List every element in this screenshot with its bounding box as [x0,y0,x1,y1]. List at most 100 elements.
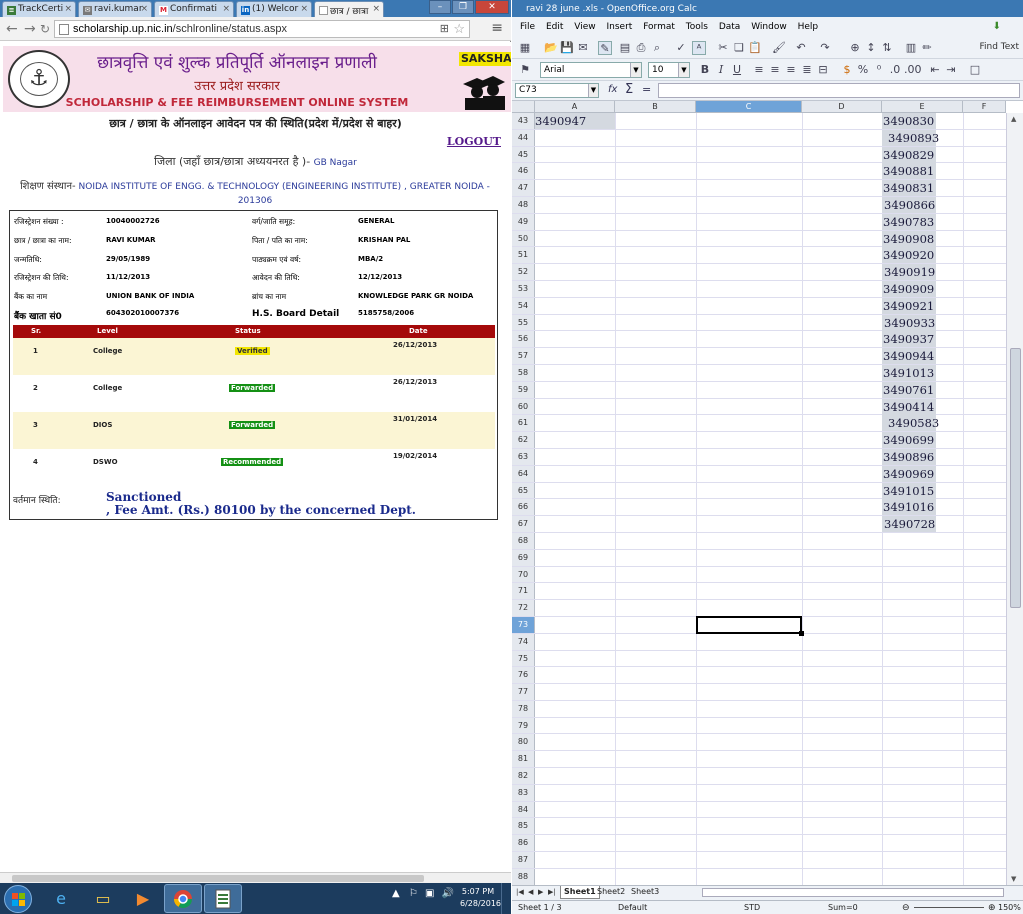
network-icon[interactable]: ▣ [425,888,434,899]
next-sheet-icon[interactable]: ▶ [538,888,543,896]
cell-e[interactable]: 3490937 [882,331,936,348]
align-left-icon[interactable]: ≡ [752,63,766,77]
cell-e[interactable]: 3491013 [882,364,936,381]
row-header[interactable]: 50 [512,230,535,247]
last-sheet-icon[interactable]: ▶| [548,888,556,896]
cell-e[interactable]: 3490896 [882,448,936,465]
chrome-menu-icon[interactable]: ≡ [491,20,503,36]
menu-file[interactable]: File [520,22,535,32]
forward-icon[interactable]: → [24,21,36,37]
autospell-icon[interactable]: ᴬ [692,41,706,55]
row-header[interactable]: 72 [512,600,535,616]
zoom-in-icon[interactable]: ⊕ [988,903,996,913]
menu-format[interactable]: Format [643,22,675,32]
find-text-box[interactable]: Find Text [979,42,1019,52]
prev-sheet-icon[interactable]: ◀ [528,888,533,896]
row-header[interactable]: 60 [512,398,535,415]
tab-confirmation[interactable]: M Confirmati × [154,1,234,17]
print-preview-icon[interactable]: ⌕ [650,41,664,55]
font-name-select[interactable]: Arial ▼ [540,62,642,78]
address-bar[interactable]: scholarship.up.nic.in/schlronline/status… [54,20,470,38]
remove-decimal-icon[interactable]: .00 [904,63,922,77]
flag-icon[interactable]: ⚐ [409,888,418,899]
logout-link[interactable]: LOGOUT [447,135,501,148]
font-size-select[interactable]: 10 ▼ [648,62,690,78]
cell-e[interactable]: 3490830 [882,113,936,129]
row-header[interactable]: 76 [512,667,535,684]
borders-icon[interactable]: □ [968,63,982,77]
media-player-icon[interactable]: ▶ [124,884,162,913]
column-header-f[interactable]: F [963,101,1006,113]
system-clock[interactable]: 5:07 PM 6/28/2016 [460,886,501,910]
row-header[interactable]: 65 [512,482,535,499]
restore-icon[interactable]: ❐ [452,0,474,14]
row-header[interactable]: 48 [512,196,535,213]
cell-e[interactable]: 3490909 [882,280,936,297]
row-header[interactable]: 61 [512,415,535,432]
sheet-tab-sheet2[interactable]: Sheet2 [594,886,628,899]
column-header-d[interactable]: D [802,101,882,113]
edit-file-icon[interactable]: ✎ [598,41,612,55]
row-header[interactable]: 51 [512,247,535,264]
sort-descending-icon[interactable]: ⇅ [880,41,894,55]
column-header-c[interactable]: C [696,101,802,113]
cell-e[interactable]: 3490831 [882,180,936,197]
row-header[interactable]: 45 [512,146,535,163]
chevron-down-icon[interactable]: ▼ [588,84,598,97]
formula-input[interactable] [658,83,1020,98]
row-header[interactable]: 44 [512,129,535,146]
scrollbar-thumb[interactable] [1010,348,1021,608]
tab-linkedin[interactable]: in (1) Welcor × [236,1,312,17]
row-header[interactable]: 75 [512,650,535,667]
cell-e[interactable]: 3490893 [882,129,939,146]
cell-e[interactable]: 3490908 [882,230,936,247]
chrome-taskbar-icon[interactable] [164,884,202,913]
underline-icon[interactable]: U [730,63,744,77]
row-header[interactable]: 80 [512,734,535,751]
chevron-down-icon[interactable]: ▼ [630,63,641,77]
cut-icon[interactable]: ✂ [716,41,730,55]
row-header[interactable]: 77 [512,684,535,700]
row-header[interactable]: 68 [512,532,535,549]
redo-icon[interactable]: ↷ [818,41,832,55]
page-horizontal-scrollbar[interactable] [0,872,511,883]
close-tab-icon[interactable]: × [300,4,308,14]
row-header[interactable]: 62 [512,432,535,448]
cell-e[interactable]: 3490969 [882,465,936,482]
sheet-tab-sheet3[interactable]: Sheet3 [628,886,662,899]
zoom-out-icon[interactable]: ⊖ [902,903,910,913]
fill-handle[interactable] [799,631,804,636]
print-icon[interactable]: ⎙ [634,41,648,55]
cell-e[interactable]: 3490761 [882,381,936,398]
select-all-corner[interactable] [512,101,535,113]
menu-window[interactable]: Window [751,22,787,32]
row-header[interactable]: 73 [512,616,535,633]
row-header[interactable]: 84 [512,801,535,818]
cell-e[interactable]: 3490829 [882,146,936,163]
new-document-icon[interactable]: ▦ [518,41,532,55]
cell-e[interactable]: 3490919 [882,264,936,281]
cell-e[interactable]: 3490699 [882,432,936,449]
tab-ravi-kumar[interactable]: ✉ ravi.kumar × [78,1,152,17]
row-header[interactable]: 83 [512,784,535,801]
clone-format-icon[interactable]: 🖌 [772,41,786,55]
bold-icon[interactable]: B [698,63,712,77]
row-header[interactable]: 43 [512,113,535,129]
decrease-indent-icon[interactable]: ⇤ [928,63,942,77]
row-header[interactable]: 70 [512,566,535,583]
show-desktop-button[interactable] [501,883,511,914]
cell-e[interactable]: 3490944 [882,348,936,365]
row-header[interactable]: 47 [512,180,535,196]
reload-icon[interactable]: ↻ [40,21,50,37]
row-header[interactable]: 87 [512,852,535,868]
row-header[interactable]: 88 [512,868,535,885]
minimize-icon[interactable]: – [429,0,451,14]
file-explorer-icon[interactable]: ▭ [84,884,122,913]
row-header[interactable]: 81 [512,751,535,768]
percent-format-icon[interactable]: % [856,63,870,77]
row-header[interactable]: 63 [512,448,535,465]
cell-e[interactable]: 3491015 [882,482,936,499]
sum-icon[interactable]: Σ [625,82,633,97]
cell-e[interactable]: 3490933 [882,314,936,331]
start-button[interactable] [4,885,32,913]
